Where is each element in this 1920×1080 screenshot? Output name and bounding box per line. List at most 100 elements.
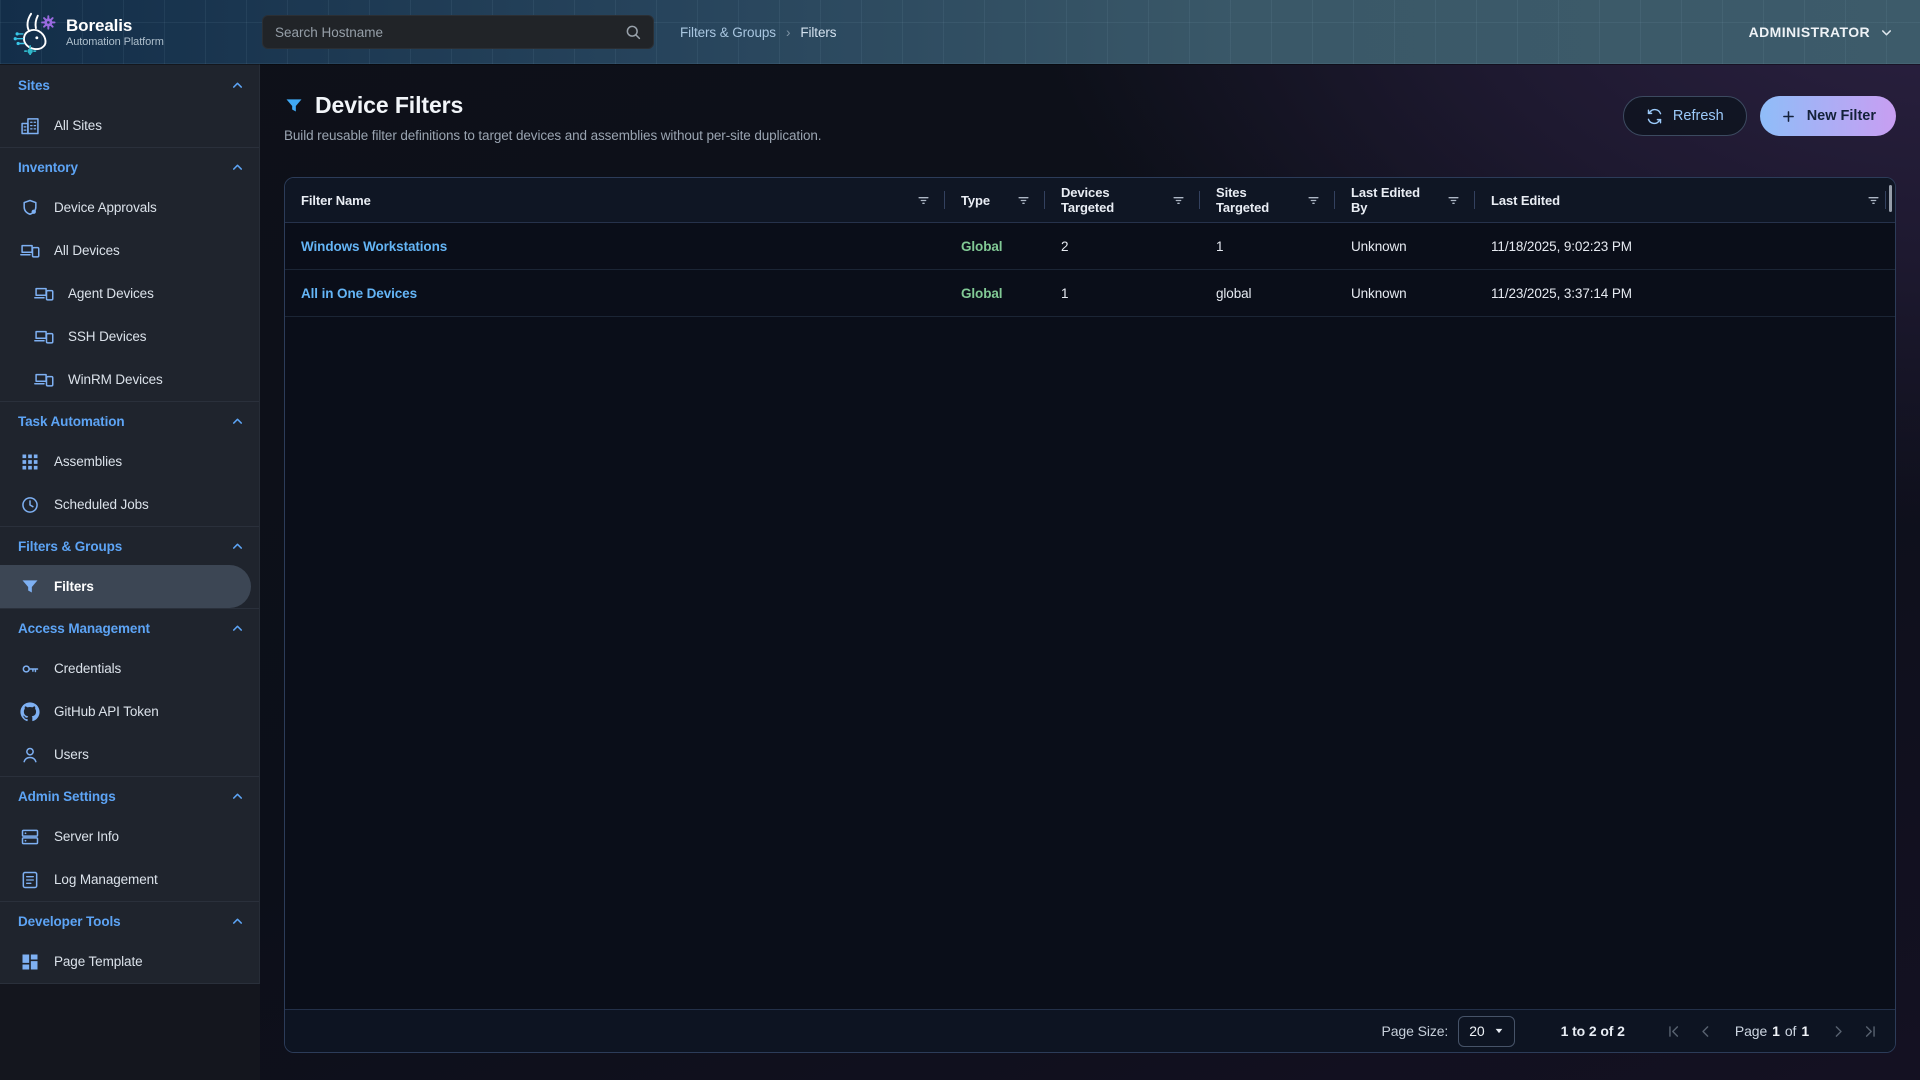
sidebar-section-filters-groups: Filters & GroupsFilters [0, 527, 259, 609]
sidebar-item-all-devices[interactable]: All Devices [0, 229, 259, 272]
section-header-inventory[interactable]: Inventory [0, 148, 259, 186]
section-header-access-management[interactable]: Access Management [0, 609, 259, 647]
table-body: Windows WorkstationsGlobal21Unknown11/18… [285, 223, 1895, 1009]
column-filter-icon [1446, 193, 1461, 208]
sidebar-item-log-management[interactable]: Log Management [0, 858, 259, 901]
select-caret-icon [1494, 1026, 1504, 1036]
sidebar-item-agent-devices[interactable]: Agent Devices [0, 272, 259, 315]
cell-last-edited: 11/18/2025, 9:02:23 PM [1475, 239, 1895, 254]
building-icon [20, 116, 40, 136]
column-header-last-edited-by[interactable]: Last Edited By [1335, 178, 1475, 222]
table-row[interactable]: All in One DevicesGlobal1globalUnknown11… [285, 270, 1895, 317]
borealis-rabbit-logo-icon [10, 9, 56, 55]
sidebar-item-label: All Sites [54, 118, 102, 133]
column-header-sites-targeted[interactable]: Sites Targeted [1200, 178, 1335, 222]
sidebar-item-github-api-token[interactable]: GitHub API Token [0, 690, 259, 733]
section-header-sites[interactable]: Sites [0, 66, 259, 104]
sidebar-item-users[interactable]: Users [0, 733, 259, 776]
table-scrollbar-thumb[interactable] [1889, 185, 1892, 212]
sidebar-item-label: Users [54, 747, 89, 762]
search-icon [624, 23, 642, 41]
sidebar-item-assemblies[interactable]: Assemblies [0, 440, 259, 483]
first-page-icon[interactable] [1665, 1023, 1682, 1040]
chevron-up-icon [230, 78, 245, 93]
last-page-icon[interactable] [1862, 1023, 1879, 1040]
sidebar-item-ssh-devices[interactable]: SSH Devices [0, 315, 259, 358]
column-header-last-edited[interactable]: Last Edited [1475, 178, 1895, 222]
main-content: Device Filters Build reusable filter def… [260, 64, 1920, 1080]
column-filter-icon [1016, 193, 1031, 208]
sidebar-section-admin-settings: Admin Settings Server Info Log Management [0, 777, 259, 902]
sidebar-item-label: Scheduled Jobs [54, 497, 149, 512]
section-label: Inventory [18, 160, 78, 175]
log-icon [20, 870, 40, 890]
next-page-icon[interactable] [1830, 1023, 1847, 1040]
sidebar-item-label: All Devices [54, 243, 120, 258]
page-size-select[interactable]: 20 [1458, 1016, 1514, 1047]
filters-table: Filter Name TypeDevices Targeted Sites Tar… [284, 177, 1896, 1053]
sidebar-section-sites: Sites All Sites [0, 66, 259, 148]
breadcrumb-filters-groups[interactable]: Filters & Groups [680, 25, 776, 40]
column-filter-icon [1306, 193, 1321, 208]
github-icon [20, 702, 40, 722]
cell-sites-targeted: 1 [1200, 239, 1335, 254]
search-hostname [262, 15, 654, 49]
column-header-label: Filter Name [301, 193, 371, 208]
sidebar-item-server-info[interactable]: Server Info [0, 815, 259, 858]
previous-page-icon[interactable] [1697, 1023, 1714, 1040]
devices-icon [20, 241, 40, 261]
cell-last-edited: 11/23/2025, 3:37:14 PM [1475, 286, 1895, 301]
chevron-up-icon [230, 914, 245, 929]
column-filter-icon [1866, 193, 1881, 208]
sidebar-item-credentials[interactable]: Credentials [0, 647, 259, 690]
cell-filter-name[interactable]: Windows Workstations [285, 239, 945, 254]
column-header-devices-targeted[interactable]: Devices Targeted [1045, 178, 1200, 222]
section-header-admin-settings[interactable]: Admin Settings [0, 777, 259, 815]
user-menu[interactable]: ADMINISTRATOR [1749, 24, 1894, 40]
refresh-button[interactable]: Refresh [1623, 96, 1747, 136]
sidebar-item-device-approvals[interactable]: Device Approvals [0, 186, 259, 229]
plus-icon [1780, 108, 1797, 125]
page-word: Page [1735, 1023, 1767, 1039]
section-label: Task Automation [18, 414, 125, 429]
refresh-button-label: Refresh [1673, 108, 1724, 124]
sidebar-item-filters[interactable]: Filters [0, 565, 251, 608]
server-icon [20, 827, 40, 847]
current-page-number: 1 [1772, 1023, 1780, 1039]
cell-sites-targeted: global [1200, 286, 1335, 301]
sidebar-item-label: Server Info [54, 829, 119, 844]
column-header-label: Last Edited [1491, 193, 1560, 208]
section-label: Sites [18, 78, 50, 93]
cell-filter-name[interactable]: All in One Devices [285, 286, 945, 301]
section-header-developer-tools[interactable]: Developer Tools [0, 902, 259, 940]
section-header-filters-groups[interactable]: Filters & Groups [0, 527, 259, 565]
page-actions: Refresh New Filter [1623, 96, 1896, 136]
cell-last-edited-by: Unknown [1335, 286, 1475, 301]
table-row[interactable]: Windows WorkstationsGlobal21Unknown11/18… [285, 223, 1895, 270]
section-header-task-automation[interactable]: Task Automation [0, 402, 259, 440]
brand-text: Borealis Automation Platform [66, 16, 164, 48]
sidebar-item-page-template[interactable]: Page Template [0, 940, 259, 983]
chevron-up-icon [230, 160, 245, 175]
page-header: Device Filters Build reusable filter def… [284, 92, 1896, 143]
layout-icon [20, 952, 40, 972]
funnel-icon [20, 577, 40, 597]
sidebar-item-scheduled-jobs[interactable]: Scheduled Jobs [0, 483, 259, 526]
app-window: Borealis Automation Platform Filters & G… [0, 0, 1920, 1080]
column-header-label: Sites Targeted [1216, 185, 1298, 215]
search-input[interactable] [262, 15, 654, 49]
column-header-label: Last Edited By [1351, 185, 1438, 215]
cell-type: Global [945, 286, 1045, 301]
sidebar-item-all-sites[interactable]: All Sites [0, 104, 259, 147]
page-info: Page 1 of 1 [1735, 1023, 1809, 1039]
new-filter-button[interactable]: New Filter [1760, 96, 1896, 136]
filter-funnel-icon [284, 96, 304, 116]
column-header-type[interactable]: Type [945, 178, 1045, 222]
column-header-filter-name[interactable]: Filter Name [285, 178, 945, 222]
chevron-down-icon [1879, 25, 1894, 40]
sidebar-item-winrm-devices[interactable]: WinRM Devices [0, 358, 259, 401]
devices-icon [34, 284, 54, 304]
sidebar: Sites All Sites Inventory Device Approvals A… [0, 64, 260, 1080]
page-subtitle: Build reusable filter definitions to tar… [284, 128, 821, 143]
title-block: Device Filters Build reusable filter def… [284, 92, 821, 143]
